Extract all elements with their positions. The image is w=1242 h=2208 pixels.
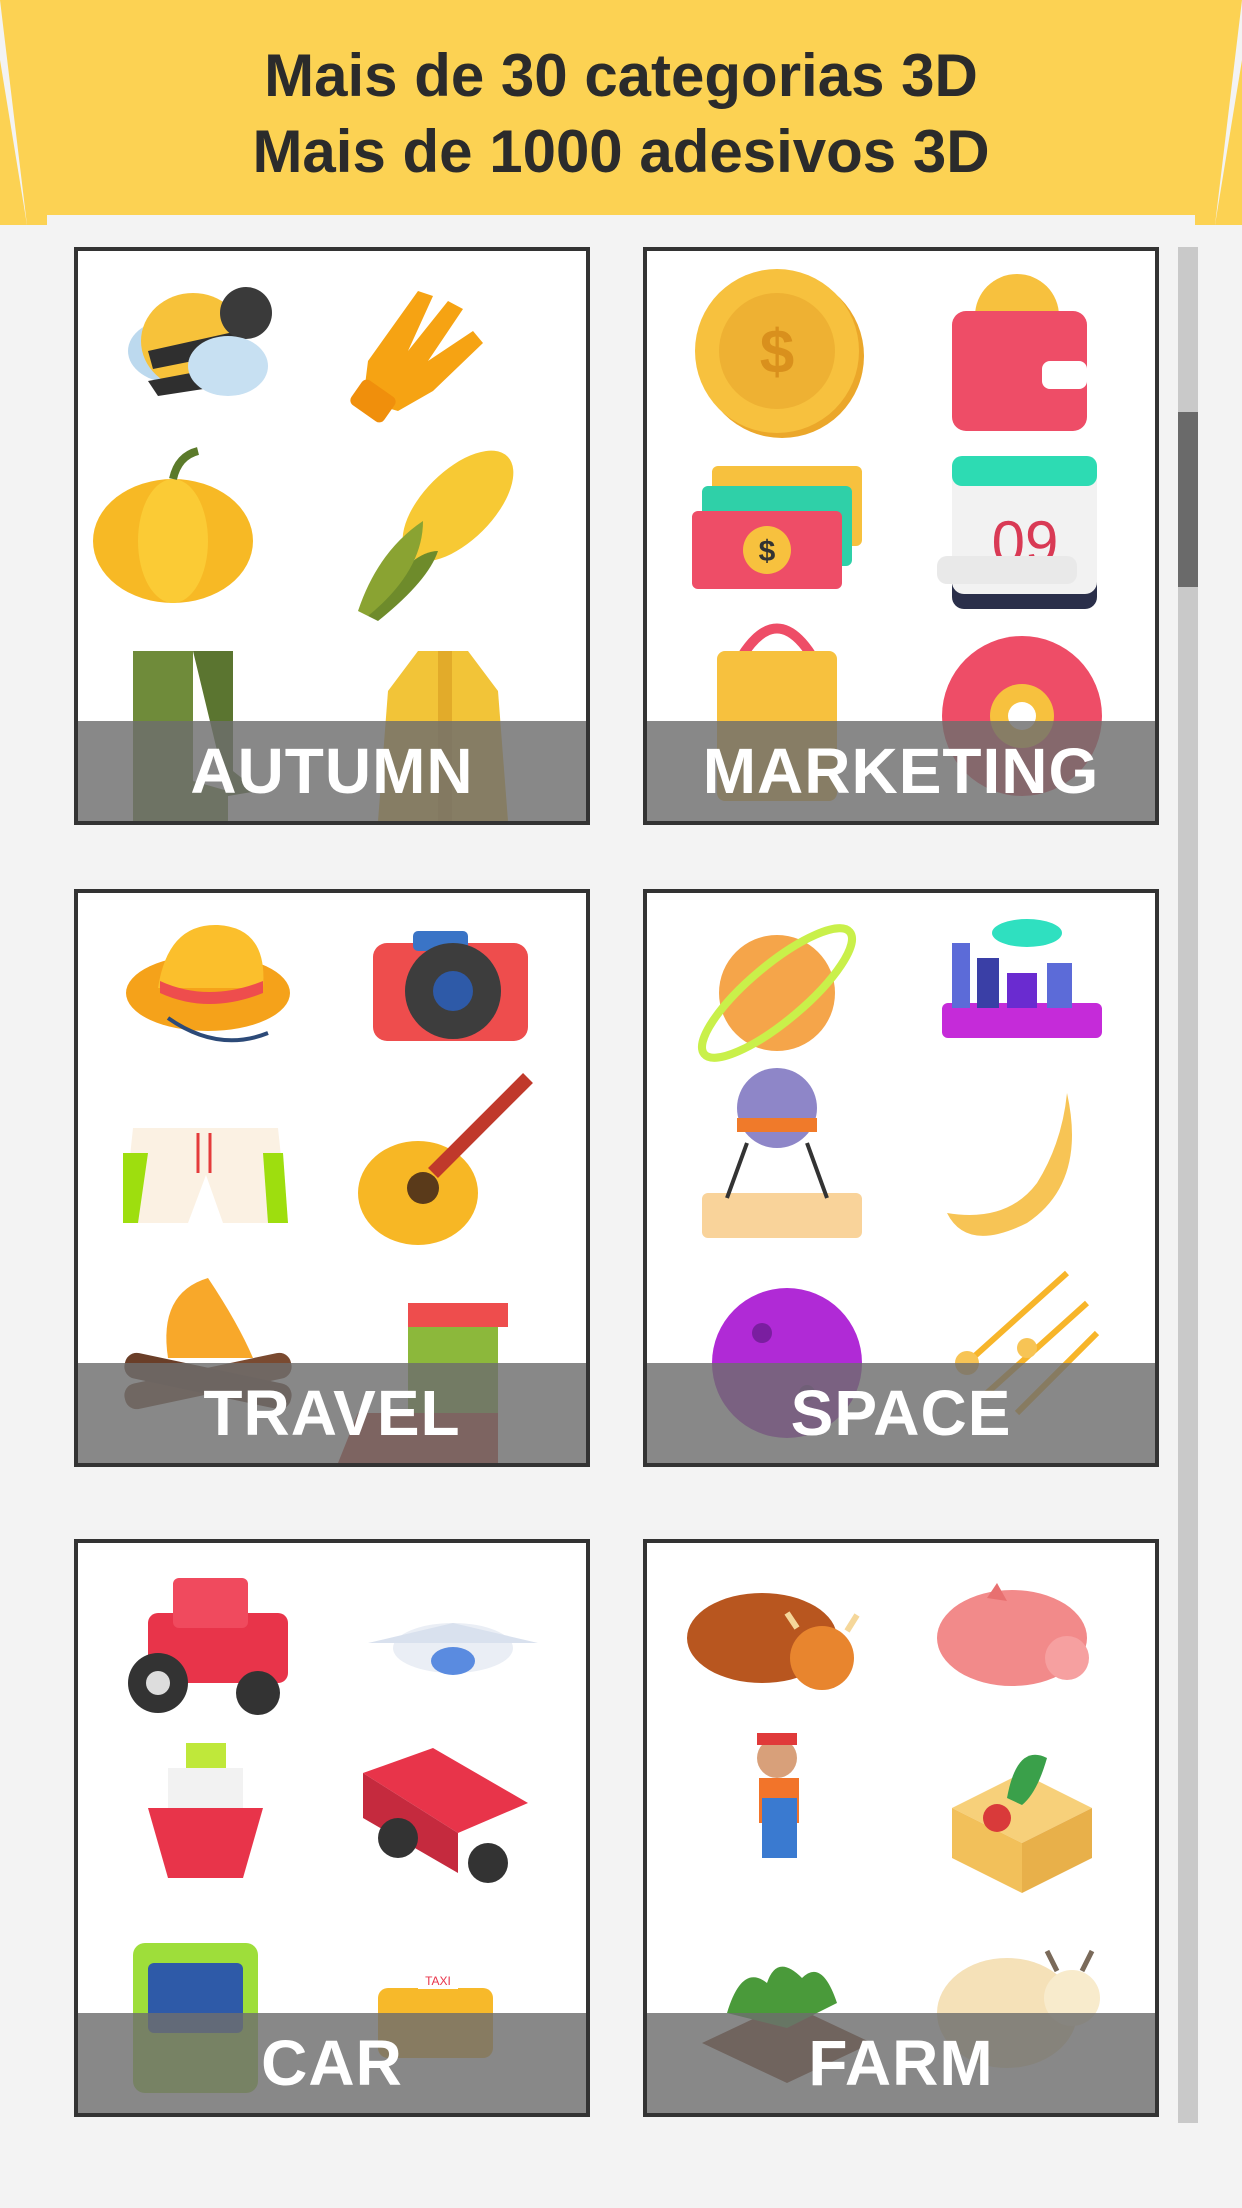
header-line-1: Mais de 30 categorias 3D: [264, 42, 978, 109]
pickup-truck-icon: [363, 1748, 528, 1883]
category-label: FARM: [647, 2013, 1155, 2113]
swim-shorts-icon: [123, 1128, 288, 1223]
category-label: TRAVEL: [78, 1363, 586, 1463]
wallet-icon: [952, 274, 1087, 431]
alien-city-icon: [942, 919, 1102, 1038]
category-card-car[interactable]: TAXI CAR: [74, 1539, 590, 2117]
planet-icon: [698, 924, 856, 1062]
farmer-icon: [757, 1733, 799, 1858]
category-label: CAR: [78, 2013, 586, 2113]
category-label: SPACE: [647, 1363, 1155, 1463]
category-card-autumn[interactable]: AUTUMN: [74, 247, 590, 825]
svg-text:$: $: [759, 535, 776, 568]
category-card-space[interactable]: SPACE: [643, 889, 1159, 1467]
taxi-sign: TAXI: [425, 1974, 451, 1988]
camera-icon: [373, 931, 528, 1041]
category-card-farm[interactable]: FARM: [643, 1539, 1159, 2117]
corn-icon: [358, 450, 514, 621]
coin-icon: $: [695, 269, 864, 438]
airplane-icon: [368, 1623, 538, 1675]
moon-icon: [947, 1093, 1072, 1236]
calendar-icon: 09: [937, 456, 1097, 609]
bee-icon: [128, 287, 272, 396]
category-label: AUTUMN: [78, 721, 586, 821]
bull-icon: [687, 1593, 860, 1690]
lander-icon: [702, 1068, 862, 1238]
glove-icon: [350, 291, 483, 423]
category-label: MARKETING: [647, 721, 1155, 821]
pumpkin-icon: [93, 447, 253, 603]
money-stack-icon: $: [692, 466, 862, 589]
pig-icon: [937, 1583, 1089, 1686]
scrollbar-thumb[interactable]: [1178, 412, 1198, 587]
ship-icon: [148, 1743, 263, 1878]
header-banner: Mais de 30 categorias 3D Mais de 1000 ad…: [0, 0, 1242, 225]
tractor-icon: [128, 1578, 288, 1715]
scrollbar[interactable]: [1178, 247, 1198, 2123]
category-card-travel[interactable]: TRAVEL: [74, 889, 590, 1467]
sun-hat-icon: [126, 924, 290, 1043]
svg-text:$: $: [760, 318, 794, 387]
header-line-2: Mais de 1000 adesivos 3D: [252, 118, 990, 185]
guitar-icon: [358, 1073, 533, 1245]
vegetable-crate-icon: [952, 1754, 1092, 1893]
category-card-marketing[interactable]: $ $ 09 MARKETING: [643, 247, 1159, 825]
